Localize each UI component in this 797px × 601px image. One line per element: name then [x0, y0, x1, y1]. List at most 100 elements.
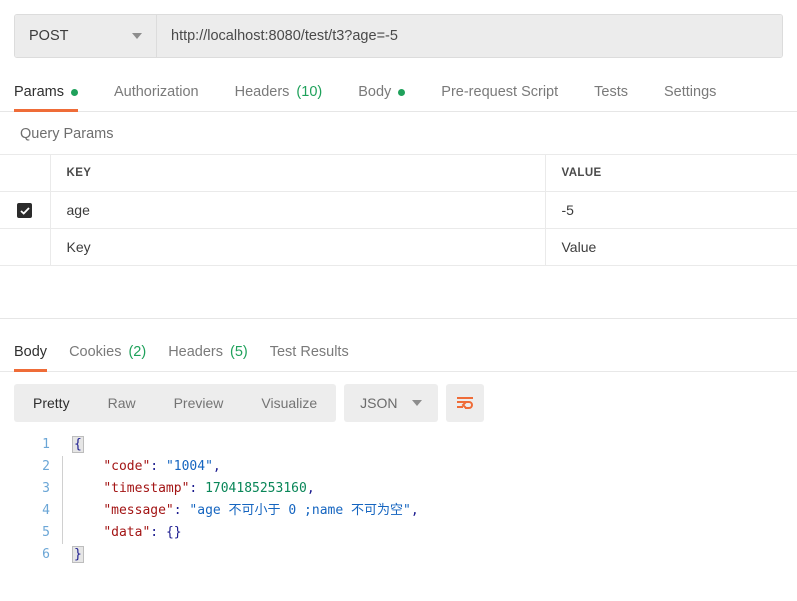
code-token: 1704185253160	[205, 481, 307, 496]
header-cell-key: KEY	[50, 154, 546, 192]
code-line: 2 "code": "1004",	[0, 456, 797, 478]
check-icon	[20, 207, 30, 215]
response-tab-test-results[interactable]: Test Results	[270, 344, 349, 371]
tab-label: Authorization	[113, 84, 199, 100]
row-checkbox[interactable]	[17, 203, 33, 219]
code-token: }	[72, 546, 84, 563]
row-key-cell[interactable]: Key	[50, 228, 546, 266]
request-tab-pre-request-script[interactable]: Pre-request Script	[441, 84, 558, 111]
code-line-text: "data": {}	[72, 522, 797, 544]
response-tab-bar: Body Cookies (2) Headers (5) Test Results	[0, 332, 797, 372]
line-number: 6	[42, 547, 50, 562]
code-token: :	[173, 503, 190, 518]
chevron-down-icon	[132, 33, 142, 39]
code-fold-guide	[62, 500, 72, 522]
tab-label: Pre-request Script	[441, 84, 559, 100]
request-tab-bar: Params Authorization Headers (10) Body Pre-re…	[0, 70, 797, 112]
code-token: :	[150, 459, 166, 474]
request-tab-tests[interactable]: Tests	[594, 84, 628, 111]
code-line-text: {	[72, 434, 797, 456]
code-line: 3 "timestamp": 1704185253160,	[0, 478, 797, 500]
code-token: "data"	[103, 525, 151, 540]
tab-label: Body	[358, 84, 392, 100]
request-tab-settings[interactable]: Settings	[664, 84, 716, 111]
format-button-pretty[interactable]: Pretty	[14, 384, 89, 422]
tab-label: Body	[14, 344, 48, 360]
tab-label: Settings	[663, 84, 717, 100]
code-line: 1{	[0, 434, 797, 456]
line-number: 5	[42, 525, 50, 540]
response-tab-cookies[interactable]: Cookies (2)	[69, 344, 146, 371]
format-button-group: Pretty Raw Preview Visualize	[14, 384, 337, 422]
tab-label: Headers	[234, 84, 290, 100]
params-empty-area	[0, 266, 797, 318]
request-tab-params[interactable]: Params	[14, 84, 78, 112]
code-token: {}	[165, 525, 182, 540]
table-row: age -5	[0, 191, 797, 229]
format-button-visualize[interactable]: Visualize	[242, 384, 336, 422]
tab-label: Cookies	[69, 344, 122, 360]
http-method-label: POST	[29, 28, 69, 44]
header-cell-checkbox	[0, 154, 51, 192]
row-value-cell[interactable]: Value	[545, 228, 797, 266]
code-token: "1004"	[165, 459, 213, 474]
line-number: 4	[42, 503, 50, 518]
code-token: "age 不可小于 0 ;name 不可为空"	[189, 503, 411, 518]
header-cell-value: VALUE	[545, 154, 797, 192]
word-wrap-button[interactable]	[445, 384, 484, 422]
code-line-text: "code": "1004",	[72, 456, 797, 478]
code-token: ,	[212, 459, 221, 474]
line-number: 2	[42, 459, 50, 474]
tab-label: Tests	[594, 84, 628, 100]
tab-label: Params	[14, 84, 64, 100]
status-dot-icon	[70, 88, 78, 96]
request-tab-authorization[interactable]: Authorization	[114, 84, 199, 111]
code-fold-guide	[62, 478, 72, 500]
request-url-text: http://localhost:8080/test/t3?age=-5	[171, 28, 398, 44]
code-line: 5 "data": {}	[0, 522, 797, 544]
code-line: 4 "message": "age 不可小于 0 ;name 不可为空",	[0, 500, 797, 522]
response-tab-headers[interactable]: Headers (5)	[168, 344, 248, 371]
code-token: ,	[410, 503, 419, 518]
status-dot-icon	[398, 88, 406, 96]
code-token: {	[72, 436, 84, 453]
request-url-row: POST http://localhost:8080/test/t3?age=-…	[14, 14, 783, 58]
request-url-bar: POST http://localhost:8080/test/t3?age=-…	[0, 0, 797, 58]
table-row: Key Value	[0, 228, 797, 266]
line-number: 3	[42, 481, 50, 496]
format-button-raw[interactable]: Raw	[89, 384, 155, 422]
response-tab-body[interactable]: Body	[14, 344, 48, 372]
word-wrap-icon	[456, 397, 473, 409]
code-token: ,	[306, 481, 315, 496]
response-language-label: JSON	[360, 395, 398, 411]
format-button-preview[interactable]: Preview	[155, 384, 243, 422]
section-divider	[0, 318, 797, 319]
row-key-cell[interactable]: age	[50, 191, 546, 229]
code-token: "message"	[103, 503, 174, 518]
tab-label: Test Results	[269, 344, 349, 360]
line-number: 1	[42, 437, 50, 452]
chevron-down-icon	[411, 400, 422, 406]
tab-count-badge: (5)	[230, 344, 248, 360]
response-body-viewer[interactable]: 1{2 "code": "1004", 3 "timestamp": 170418…	[0, 422, 797, 566]
request-url-input[interactable]: http://localhost:8080/test/t3?age=-5	[157, 15, 782, 57]
table-header-row: KEY VALUE	[0, 154, 797, 192]
tab-count-badge: (10)	[296, 84, 323, 100]
code-token: "timestamp"	[103, 481, 190, 496]
row-value-cell[interactable]: -5	[545, 191, 797, 229]
request-tab-body[interactable]: Body	[358, 84, 406, 111]
response-format-toolbar: Pretty Raw Preview Visualize JSON	[0, 372, 797, 422]
row-checkbox-cell	[0, 191, 51, 229]
row-checkbox-cell	[0, 228, 51, 266]
code-line-text: "timestamp": 1704185253160,	[72, 478, 797, 500]
request-tab-headers[interactable]: Headers (10)	[235, 84, 323, 111]
http-method-dropdown[interactable]: POST	[15, 15, 157, 57]
query-params-table: KEY VALUE age -5 Key Value	[0, 154, 797, 266]
response-language-select[interactable]: JSON	[344, 384, 438, 422]
code-token: :	[189, 481, 206, 496]
code-line-text: }	[72, 544, 797, 566]
